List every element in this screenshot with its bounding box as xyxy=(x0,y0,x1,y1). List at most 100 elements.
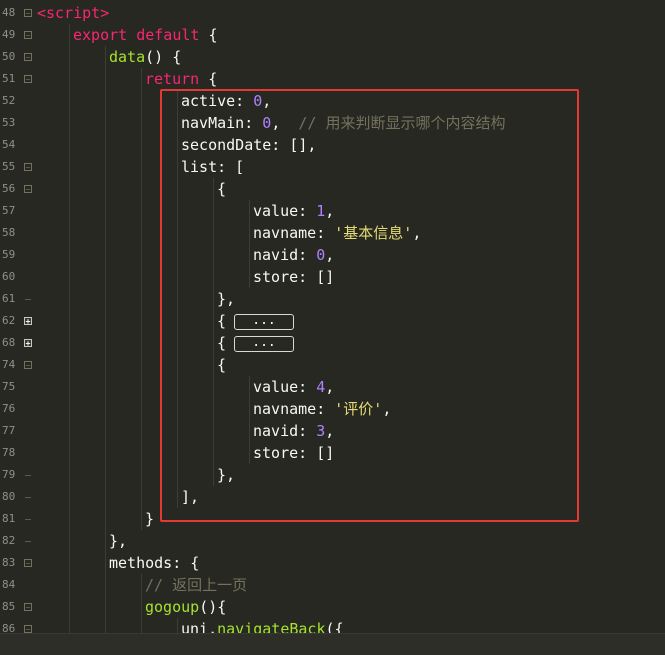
code-line[interactable]: 82}, xyxy=(0,530,665,552)
code-line[interactable]: 52 active: 0, xyxy=(0,90,665,112)
line-number: 50 xyxy=(2,50,16,63)
token-plain: active: xyxy=(181,92,254,110)
indent-guide xyxy=(141,156,142,178)
token-plain: }, xyxy=(109,532,128,550)
fold-collapse-icon[interactable]: − xyxy=(24,185,32,194)
token-func: data xyxy=(109,48,146,66)
indent-guide xyxy=(105,464,106,486)
code-line[interactable]: 56− { xyxy=(0,178,665,200)
code-line[interactable]: 84 // 返回上一页 xyxy=(0,574,665,596)
fold-expand-icon[interactable]: + xyxy=(24,339,32,348)
code-line[interactable]: 79}, xyxy=(0,464,665,486)
code-line[interactable]: 60 store: [] xyxy=(0,266,665,288)
fold-collapse-icon[interactable]: − xyxy=(24,603,32,612)
token-plain: navid: xyxy=(253,246,317,264)
fold-collapse-icon[interactable]: − xyxy=(24,53,32,62)
token-plain: store: [] xyxy=(253,268,335,286)
indent-guide xyxy=(249,398,250,420)
indent-guide xyxy=(141,398,142,420)
horizontal-scrollbar[interactable] xyxy=(0,633,665,655)
token-comment: // 用来判断显示哪个内容结构 xyxy=(298,114,506,132)
fold-collapse-icon[interactable]: − xyxy=(24,625,32,634)
line-number: 57 xyxy=(2,204,16,217)
indent-guide xyxy=(69,354,70,376)
code-text: methods: { xyxy=(109,552,199,574)
indent-guide xyxy=(105,552,106,574)
indent-guide xyxy=(69,266,70,288)
code-text: data() { xyxy=(109,46,181,68)
code-line[interactable]: 49− export default { xyxy=(0,24,665,46)
collapsed-block-indicator[interactable]: ... xyxy=(234,313,295,330)
indent-guide xyxy=(177,464,178,486)
code-line[interactable]: 74− { xyxy=(0,354,665,376)
code-text: }, xyxy=(217,288,235,310)
code-line[interactable]: 62 + {... xyxy=(0,310,665,332)
code-line[interactable]: 76 navname: '评价', xyxy=(0,398,665,420)
token-plain: value: xyxy=(253,378,317,396)
code-text: }, xyxy=(109,530,127,552)
indent-guide xyxy=(213,310,214,332)
indent-guide xyxy=(105,596,106,618)
line-number: 51 xyxy=(2,72,16,85)
code-line[interactable]: 58 navname: '基本信息', xyxy=(0,222,665,244)
line-number: 60 xyxy=(2,270,16,283)
code-text: navname: '基本信息', xyxy=(253,222,421,244)
indent-guide xyxy=(69,24,70,46)
indent-guide xyxy=(177,266,178,288)
indent-guide xyxy=(177,398,178,420)
indent-guide xyxy=(69,90,70,112)
token-keyword: export default xyxy=(73,26,200,44)
indent-guide xyxy=(69,530,70,552)
code-line[interactable]: 53 navMain: 0, // 用来判断显示哪个内容结构 xyxy=(0,112,665,134)
code-line[interactable]: 80], xyxy=(0,486,665,508)
code-line[interactable]: 78 store: [] xyxy=(0,442,665,464)
code-text: active: 0, xyxy=(181,90,271,112)
indent-guide xyxy=(141,376,142,398)
code-text: { xyxy=(217,354,226,376)
indent-guide xyxy=(69,156,70,178)
code-line[interactable]: 55− list: [ xyxy=(0,156,665,178)
token-plain: (){ xyxy=(199,598,227,616)
token-plain: , xyxy=(382,400,392,418)
code-line[interactable]: 75 value: 4, xyxy=(0,376,665,398)
code-line[interactable]: 48− <script> xyxy=(0,2,665,24)
code-line[interactable]: 68 + {... xyxy=(0,332,665,354)
code-text: value: 1, xyxy=(253,200,334,222)
code-line[interactable]: 54 secondDate: [], xyxy=(0,134,665,156)
indent-guide xyxy=(105,156,106,178)
code-text: } xyxy=(145,508,154,530)
indent-guide xyxy=(69,68,70,90)
code-line[interactable]: 57 value: 1, xyxy=(0,200,665,222)
collapsed-block-indicator[interactable]: ... xyxy=(234,335,295,352)
indent-guide xyxy=(177,442,178,464)
indent-guide xyxy=(141,486,142,508)
fold-collapse-icon[interactable]: − xyxy=(24,9,32,18)
code-editor[interactable]: 48− <script> 49− export default {50− data() … xyxy=(0,0,665,655)
code-line[interactable]: 51− return { xyxy=(0,68,665,90)
token-plain: () { xyxy=(145,48,182,66)
code-line[interactable]: 77 navid: 3, xyxy=(0,420,665,442)
code-text: navMain: 0, // 用来判断显示哪个内容结构 xyxy=(181,112,506,134)
code-line[interactable]: 59 navid: 0, xyxy=(0,244,665,266)
code-line[interactable]: 61}, xyxy=(0,288,665,310)
token-number: 0 xyxy=(253,92,263,110)
fold-collapse-icon[interactable]: − xyxy=(24,31,32,40)
indent-guide xyxy=(213,288,214,310)
token-plain: } xyxy=(145,510,155,528)
fold-collapse-icon[interactable]: − xyxy=(24,361,32,370)
fold-collapse-icon[interactable]: − xyxy=(24,75,32,84)
indent-guide xyxy=(69,442,70,464)
token-number: 0 xyxy=(262,114,272,132)
code-line[interactable]: 81} xyxy=(0,508,665,530)
fold-expand-icon[interactable]: + xyxy=(24,317,32,326)
fold-collapse-icon[interactable]: − xyxy=(24,163,32,172)
code-line[interactable]: 50− data() { xyxy=(0,46,665,68)
code-line[interactable]: 85− gogoup(){ xyxy=(0,596,665,618)
indent-guide xyxy=(213,398,214,420)
fold-collapse-icon[interactable]: − xyxy=(24,559,32,568)
token-plain: methods: { xyxy=(109,554,200,572)
fold-end-marker xyxy=(25,475,31,476)
token-plain: }, xyxy=(217,466,236,484)
indent-guide xyxy=(69,420,70,442)
code-line[interactable]: 83− methods: { xyxy=(0,552,665,574)
